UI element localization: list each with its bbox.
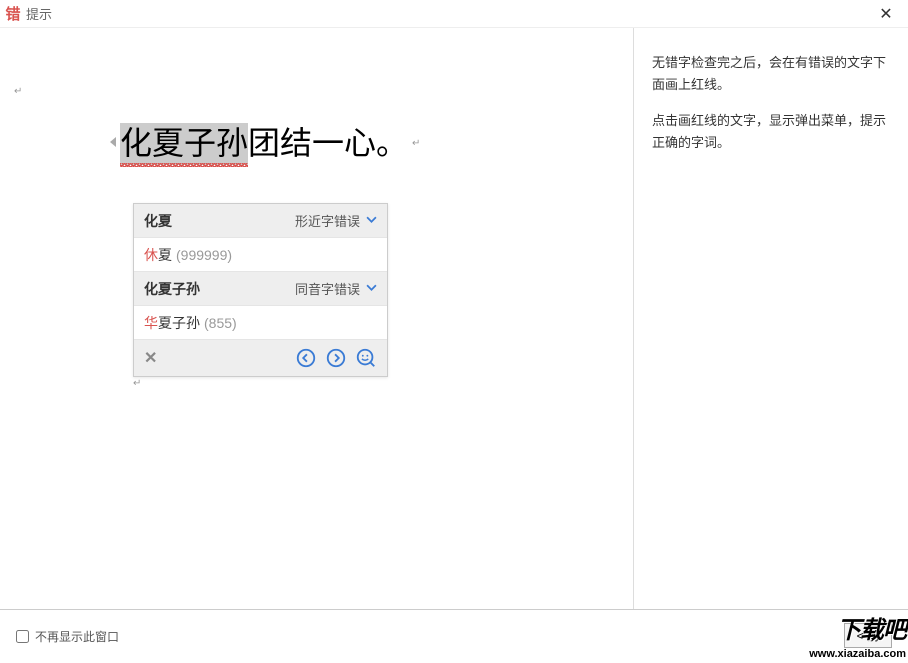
suggestion-rest: 夏	[158, 245, 172, 265]
error-type-label: 同音字错误	[295, 279, 360, 298]
error-underline-icon	[120, 163, 248, 167]
error-type-label: 形近字错误	[295, 211, 360, 230]
line-marker-icon	[110, 137, 116, 147]
sentence-line: 化夏子孙 团结一心。 ↵	[120, 123, 420, 165]
help-pane: 无错字检查完之后，会在有错误的文字下面画上红线。 点击画红线的文字，显示弹出菜单…	[633, 28, 908, 609]
help-text-1: 无错字检查完之后，会在有错误的文字下面画上红线。	[652, 52, 890, 96]
document-pane: ↵ 化夏子孙 团结一心。 ↵ 化夏 形近字错误 休夏 (999999)	[0, 28, 633, 609]
app-icon: 错	[4, 5, 22, 23]
next-arrow-icon[interactable]	[325, 347, 347, 369]
prev-button[interactable]: < 前	[844, 623, 892, 648]
error-word: 化夏	[144, 211, 295, 231]
suggestion-item[interactable]: 华夏子孙 (855)	[134, 306, 387, 340]
suggestion-item[interactable]: 休夏 (999999)	[134, 238, 387, 272]
suggestion-frequency: (999999)	[176, 247, 232, 263]
line-end-mark-icon: ↵	[412, 138, 420, 149]
correction-char: 华	[144, 313, 158, 333]
checkbox-label: 不再显示此窗口	[35, 628, 119, 645]
chevron-down-icon[interactable]	[366, 214, 377, 228]
titlebar: 错 提示 ✕	[0, 0, 908, 28]
paragraph-mark-icon: ↵	[14, 86, 22, 97]
window-title: 提示	[26, 4, 866, 23]
correction-popup: 化夏 形近字错误 休夏 (999999) 化夏子孙 同音字错误 华夏子孙 (85…	[133, 203, 388, 377]
footer-bar: 不再显示此窗口 < 前	[0, 610, 908, 662]
suggestion-frequency: (855)	[204, 315, 237, 331]
checkbox-input[interactable]	[16, 630, 29, 643]
prev-arrow-icon[interactable]	[295, 347, 317, 369]
dont-show-again-checkbox[interactable]: 不再显示此窗口	[16, 628, 119, 645]
help-text-2: 点击画红线的文字，显示弹出菜单，提示正确的字词。	[652, 110, 890, 154]
sentence-rest: 团结一心。	[248, 125, 408, 161]
popup-close-button[interactable]: ✕	[144, 348, 157, 368]
highlighted-error-text[interactable]: 化夏子孙	[120, 123, 248, 165]
paragraph-mark-icon: ↵	[133, 378, 141, 389]
popup-toolbar: ✕	[134, 340, 387, 376]
main-area: ↵ 化夏子孙 团结一心。 ↵ 化夏 形近字错误 休夏 (999999)	[0, 28, 908, 610]
error-word: 化夏子孙	[144, 279, 295, 299]
sentence-text[interactable]: 化夏子孙 团结一心。	[120, 123, 408, 165]
smile-zoom-icon[interactable]	[355, 347, 377, 369]
close-button[interactable]: ✕	[866, 0, 906, 28]
suggestion-rest: 夏子孙	[158, 313, 200, 333]
correction-char: 休	[144, 245, 158, 265]
error-group-header[interactable]: 化夏 形近字错误	[134, 204, 387, 238]
chevron-down-icon[interactable]	[366, 282, 377, 296]
error-group-header[interactable]: 化夏子孙 同音字错误	[134, 272, 387, 306]
